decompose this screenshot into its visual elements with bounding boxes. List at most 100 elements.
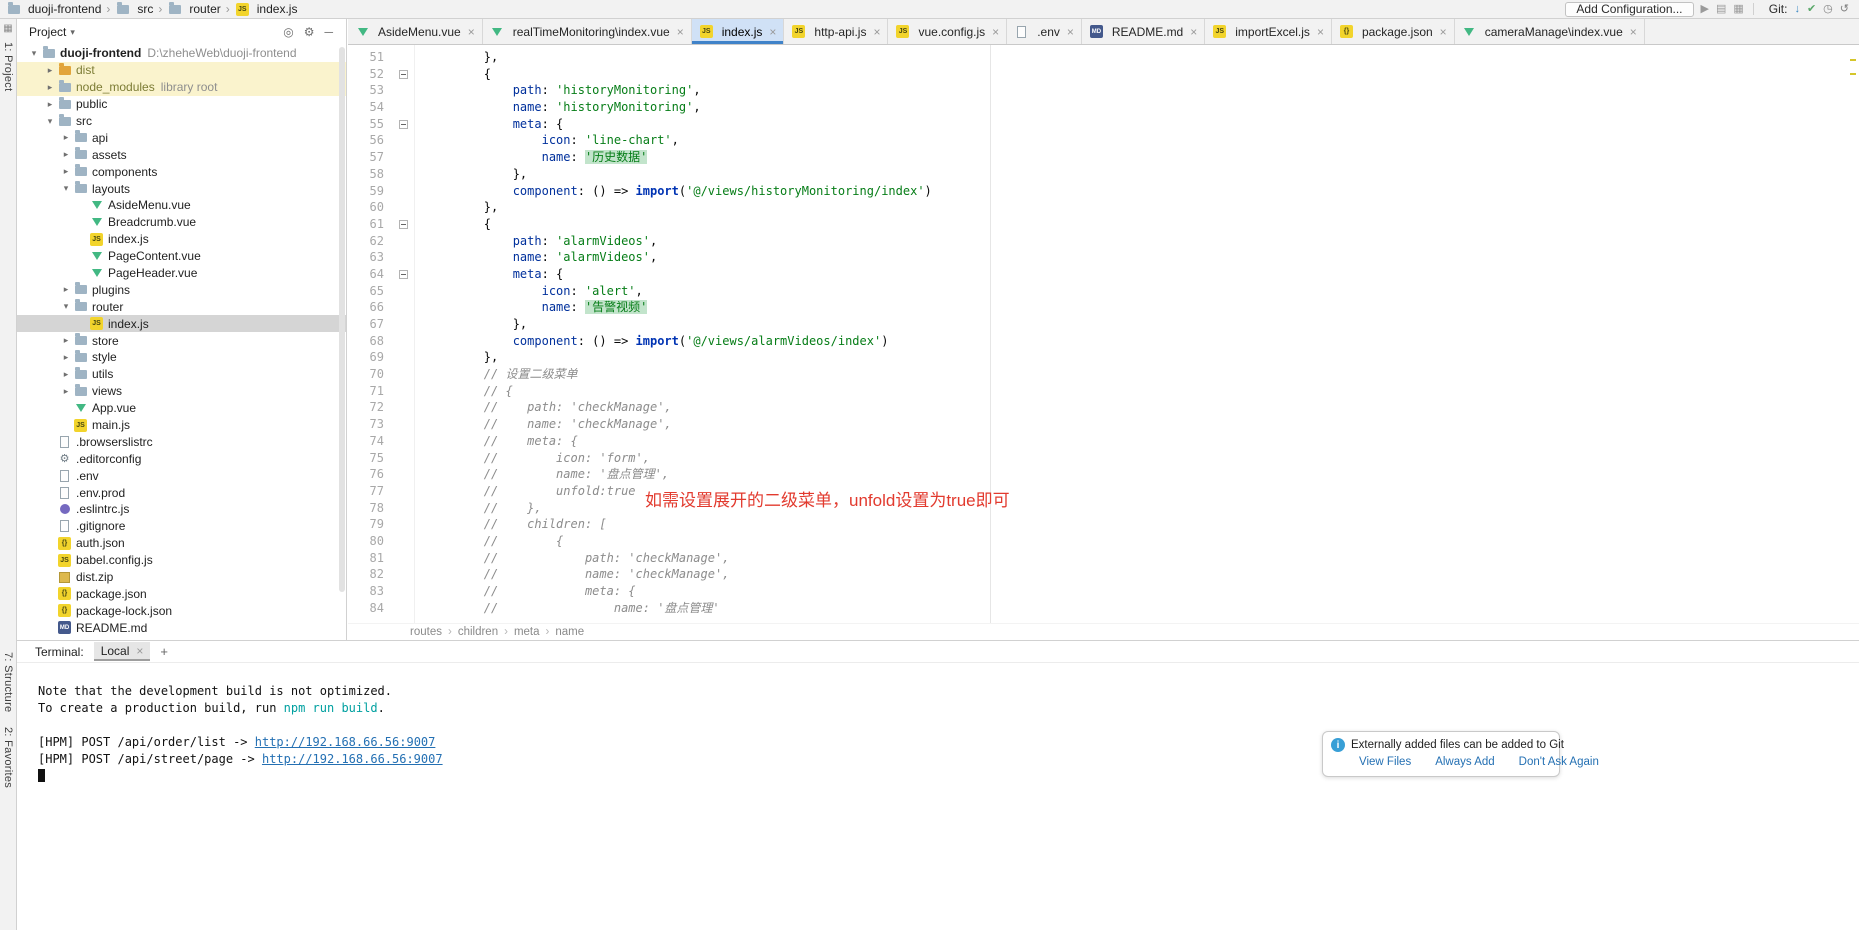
show-history-icon[interactable]: ◷ xyxy=(1823,2,1833,17)
chevron-down-icon[interactable]: ▾ xyxy=(59,301,73,312)
tree-item[interactable]: AsideMenu.vue xyxy=(17,197,346,214)
editor-tab[interactable]: {}package.json× xyxy=(1332,19,1455,44)
editor-tab[interactable]: JSindex.js× xyxy=(692,19,785,44)
tree-item[interactable]: {}package.json xyxy=(17,586,346,603)
hide-panel-icon[interactable]: ─ xyxy=(321,25,336,39)
tree-item[interactable]: JSindex.js xyxy=(17,231,346,248)
tree-item[interactable]: PageContent.vue xyxy=(17,248,346,265)
code-line[interactable]: 65 icon: 'alert', xyxy=(348,283,1859,300)
chevron-right-icon[interactable]: ▸ xyxy=(59,166,73,177)
code-line[interactable]: 77 // unfold:true xyxy=(348,483,1859,500)
tree-item[interactable]: ▸public xyxy=(17,96,346,113)
close-icon[interactable]: × xyxy=(1630,25,1637,39)
chevron-right-icon[interactable]: ▸ xyxy=(59,352,73,363)
code-line[interactable]: 80 // { xyxy=(348,533,1859,550)
code-line[interactable]: 67 }, xyxy=(348,316,1859,333)
tree-item[interactable]: PageHeader.vue xyxy=(17,265,346,282)
breadcrumb-item[interactable]: name xyxy=(555,626,584,638)
editor-tab[interactable]: realTimeMonitoring\index.vue× xyxy=(483,19,692,44)
tree-item[interactable]: JSmain.js xyxy=(17,417,346,434)
code-line[interactable]: 51 }, xyxy=(348,49,1859,66)
code-line[interactable]: 69 }, xyxy=(348,349,1859,366)
project-scrollbar[interactable] xyxy=(339,47,345,592)
tree-item[interactable]: JSindex.js xyxy=(17,315,346,332)
code-line[interactable]: 73 // name: 'checkManage', xyxy=(348,416,1859,433)
code-line[interactable]: 82 // name: 'checkManage', xyxy=(348,566,1859,583)
code-line[interactable]: 55 meta: { xyxy=(348,116,1859,133)
code-line[interactable]: 52 { xyxy=(348,66,1859,83)
code-line[interactable]: 60 }, xyxy=(348,199,1859,216)
close-icon[interactable]: × xyxy=(1317,25,1324,39)
code-line[interactable]: 53 path: 'historyMonitoring', xyxy=(348,82,1859,99)
fold-icon[interactable] xyxy=(399,70,408,79)
code-line[interactable]: 70 // 设置二级菜单 xyxy=(348,366,1859,383)
breadcrumb-item[interactable]: routes xyxy=(410,626,442,638)
notification-action[interactable]: View Files xyxy=(1359,756,1411,768)
close-icon[interactable]: × xyxy=(1067,25,1074,39)
tool-button-structure[interactable]: 7: Structure xyxy=(2,652,14,712)
tree-item[interactable]: JSbabel.config.js xyxy=(17,552,346,569)
code-line[interactable]: 72 // path: 'checkManage', xyxy=(348,399,1859,416)
terminal-tab-local[interactable]: Local × xyxy=(94,642,151,661)
editor-tab[interactable]: JSimportExcel.js× xyxy=(1205,19,1332,44)
tree-item[interactable]: ▸plugins xyxy=(17,281,346,298)
tree-item[interactable]: Breadcrumb.vue xyxy=(17,214,346,231)
update-project-icon[interactable]: ↓ xyxy=(1794,2,1800,17)
chevron-right-icon[interactable]: ▸ xyxy=(43,99,57,110)
breadcrumb-item[interactable]: router xyxy=(167,2,220,16)
chevron-right-icon[interactable]: ▸ xyxy=(59,386,73,397)
tree-item[interactable]: ▸utils xyxy=(17,366,346,383)
chevron-down-icon[interactable]: ▾ xyxy=(27,48,41,59)
close-icon[interactable]: × xyxy=(873,25,880,39)
breadcrumb-item[interactable]: src xyxy=(115,2,153,16)
breadcrumb-item[interactable]: duoji-frontend xyxy=(6,2,101,16)
tree-item[interactable]: App.vue xyxy=(17,400,346,417)
chevron-right-icon[interactable]: ▸ xyxy=(59,335,73,346)
code-line[interactable]: 59 component: () => import('@/views/hist… xyxy=(348,183,1859,200)
chevron-down-icon[interactable]: ▾ xyxy=(43,116,57,127)
close-icon[interactable]: × xyxy=(677,25,684,39)
tree-item[interactable]: .browserslistrc xyxy=(17,433,346,450)
editor-tab[interactable]: .env× xyxy=(1007,19,1082,44)
code-line[interactable]: 84 // name: '盘点管理' xyxy=(348,600,1859,617)
code-line[interactable]: 61 { xyxy=(348,216,1859,233)
editor-tab[interactable]: MDREADME.md× xyxy=(1082,19,1205,44)
tree-item[interactable]: ▸api xyxy=(17,129,346,146)
tree-item[interactable]: .gitignore xyxy=(17,518,346,535)
code-line[interactable]: 56 icon: 'line-chart', xyxy=(348,132,1859,149)
code-line[interactable]: 54 name: 'historyMonitoring', xyxy=(348,99,1859,116)
tree-item[interactable]: ▸views xyxy=(17,383,346,400)
build-icon[interactable]: ▤ xyxy=(1716,2,1726,17)
close-icon[interactable]: × xyxy=(1440,25,1447,39)
run-icon[interactable]: ▶ xyxy=(1701,2,1709,17)
tree-item[interactable]: .env.prod xyxy=(17,484,346,501)
code-line[interactable]: 66 name: '告警视频' xyxy=(348,299,1859,316)
tree-item[interactable]: ▸dist xyxy=(17,62,346,79)
terminal-link[interactable]: http://192.168.66.56:9007 xyxy=(255,735,436,749)
project-view-selector[interactable]: Project xyxy=(29,25,66,39)
chevron-right-icon[interactable]: ▸ xyxy=(59,369,73,380)
tool-button-favorites[interactable]: 2: Favorites xyxy=(2,727,14,788)
tree-item[interactable]: dist.zip xyxy=(17,569,346,586)
code-line[interactable]: 74 // meta: { xyxy=(348,433,1859,450)
code-line[interactable]: 57 name: '历史数据' xyxy=(348,149,1859,166)
tree-item[interactable]: .env xyxy=(17,467,346,484)
tree-item[interactable]: ▾src xyxy=(17,113,346,130)
code-line[interactable]: 64 meta: { xyxy=(348,266,1859,283)
chevron-right-icon[interactable]: ▸ xyxy=(43,65,57,76)
close-icon[interactable]: × xyxy=(1190,25,1197,39)
code-line[interactable]: 75 // icon: 'form', xyxy=(348,450,1859,467)
tree-item[interactable]: ⚙.editorconfig xyxy=(17,450,346,467)
tool-windows-icon[interactable]: ▦ xyxy=(1733,2,1743,17)
editor-tab[interactable]: JShttp-api.js× xyxy=(784,19,888,44)
add-terminal-icon[interactable]: + xyxy=(160,644,168,659)
tool-window-switcher-icon[interactable]: ▦ xyxy=(3,23,12,34)
editor-tab[interactable]: cameraManage\index.vue× xyxy=(1455,19,1645,44)
fold-icon[interactable] xyxy=(399,120,408,129)
tree-item[interactable]: ▾router xyxy=(17,298,346,315)
tree-item[interactable]: ▸store xyxy=(17,332,346,349)
close-icon[interactable]: × xyxy=(136,644,143,658)
chevron-right-icon[interactable]: ▸ xyxy=(59,149,73,160)
tree-item[interactable]: ▾layouts xyxy=(17,180,346,197)
chevron-right-icon[interactable]: ▸ xyxy=(59,132,73,143)
